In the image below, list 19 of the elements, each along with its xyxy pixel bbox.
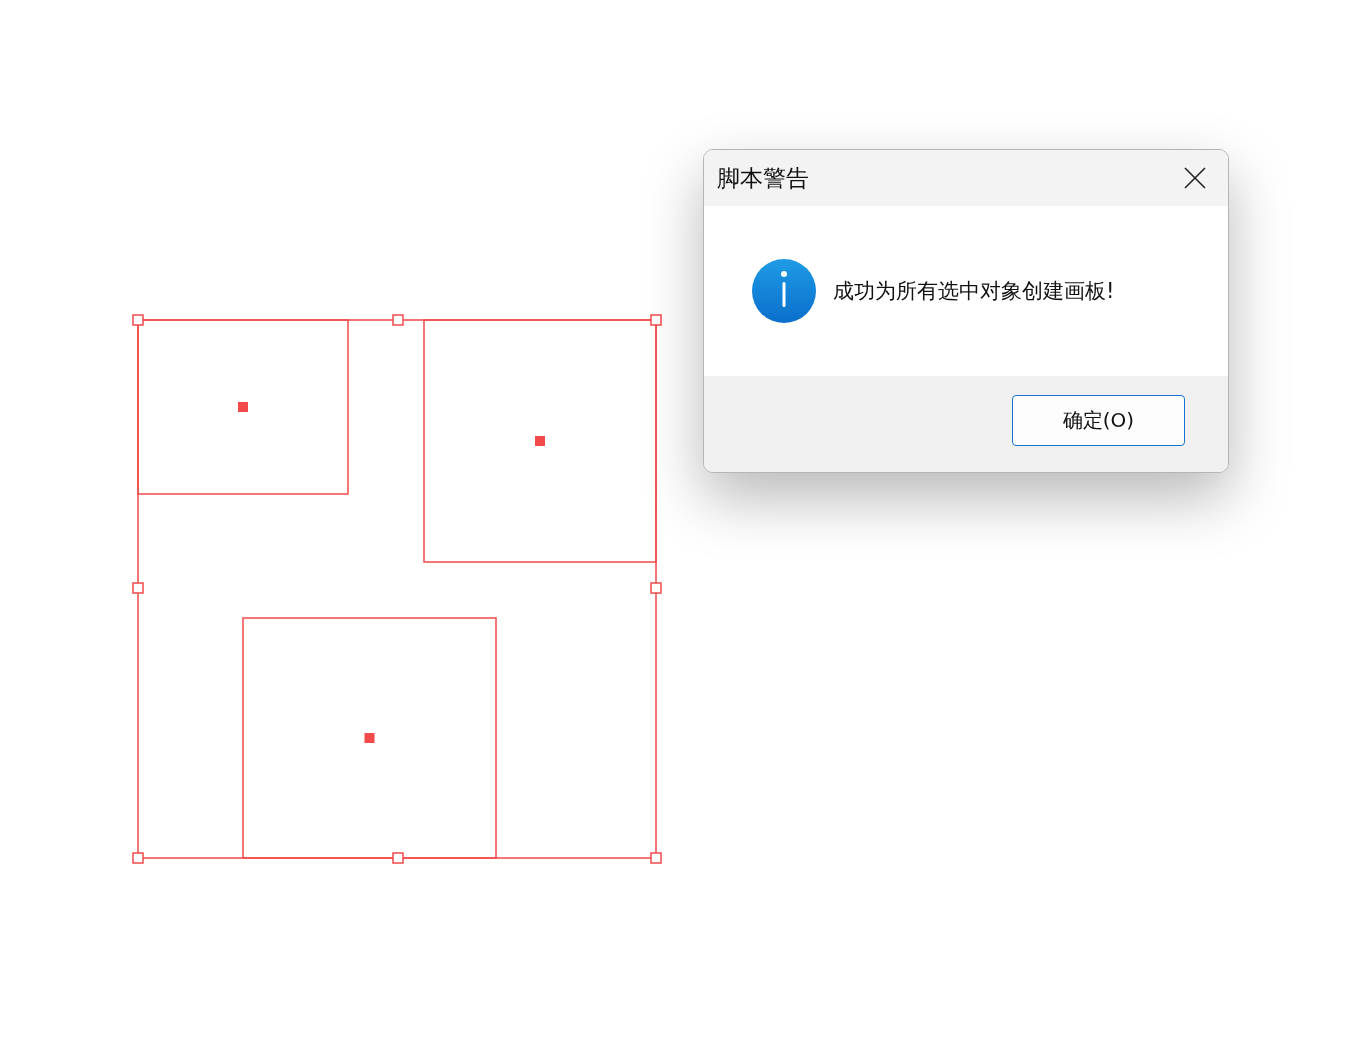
artboard-frame[interactable] [137,319,349,495]
artboard-frame[interactable] [423,319,657,563]
selection-handle[interactable] [392,314,404,326]
selection-handle[interactable] [650,314,662,326]
info-icon [752,259,816,323]
artboard-frame[interactable] [242,617,497,859]
center-point [238,402,248,412]
center-point [364,733,375,743]
message-text: 成功为所有选中对象创建画板! [833,278,1115,305]
close-icon[interactable] [1184,167,1206,189]
selection-handle[interactable] [650,852,662,864]
selection-handle[interactable] [132,314,144,326]
selection-handle[interactable] [132,582,144,594]
center-point [535,436,545,446]
ok-button[interactable]: 确定(O) [1012,395,1185,446]
selection-handle[interactable] [650,582,662,594]
selection-handle[interactable] [132,852,144,864]
selection-handle[interactable] [392,852,404,864]
dialog-title: 脚本警告 [717,163,809,193]
